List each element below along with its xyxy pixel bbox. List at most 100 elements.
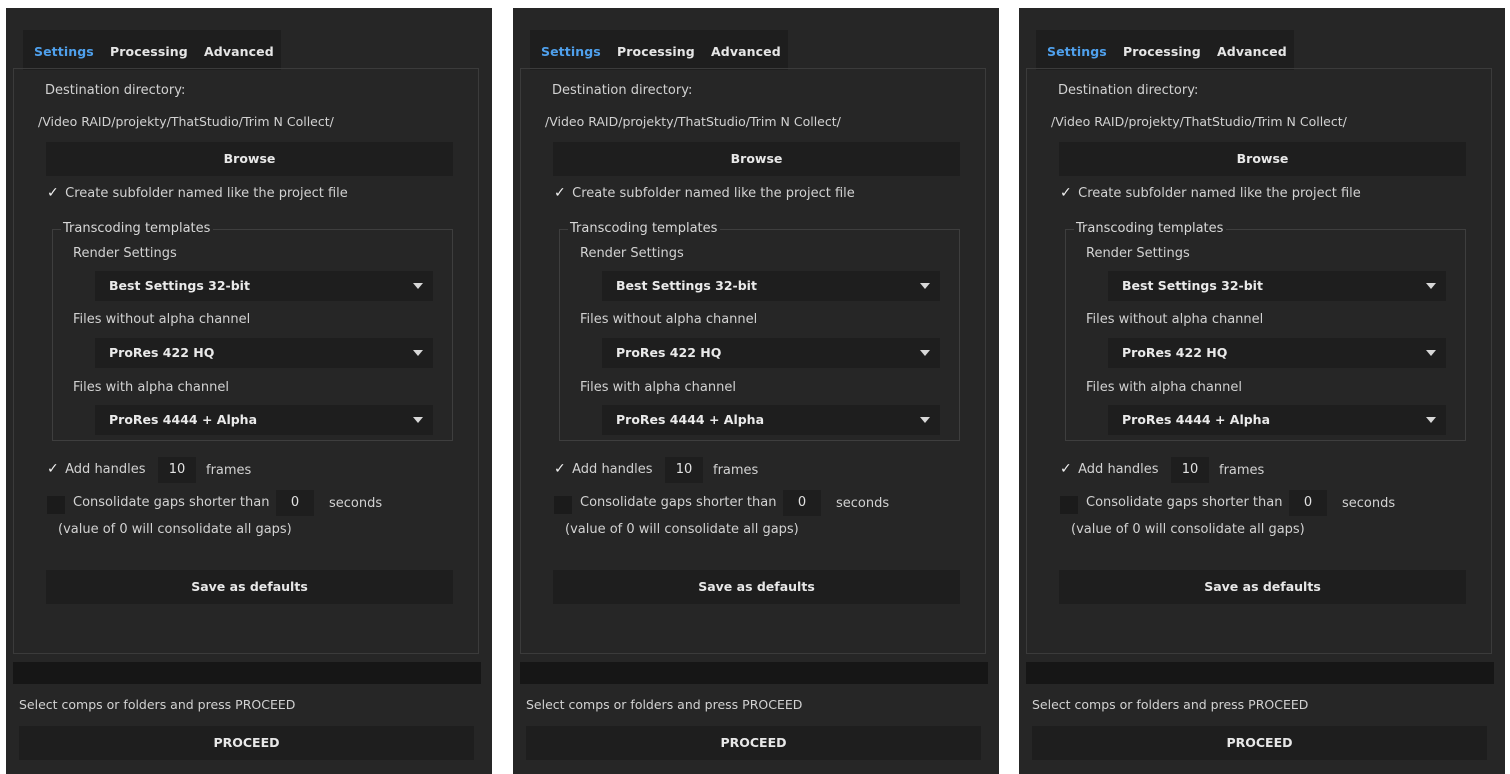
browse-button[interactable]: Browse (553, 142, 960, 176)
destination-label: Destination directory: (552, 83, 693, 98)
handles-unit: frames (1219, 463, 1265, 478)
handles-frames-input[interactable]: 10 (665, 457, 703, 483)
status-text: Select comps or folders and press PROCEE… (526, 697, 803, 712)
progress-bar (520, 662, 988, 684)
proceed-button[interactable]: PROCEED (526, 726, 981, 760)
progress-bar (13, 662, 481, 684)
tab-bar: Settings Processing Advanced (530, 30, 788, 70)
settings-tab-content: Destination directory: /Video RAID/proje… (1026, 68, 1492, 654)
chevron-down-icon (920, 350, 930, 356)
save-defaults-button[interactable]: Save as defaults (46, 570, 453, 604)
consolidate-seconds-input[interactable]: 0 (1289, 490, 1327, 516)
checkmark-icon: ✓ (47, 185, 59, 201)
consolidate-checkbox[interactable] (1060, 496, 1078, 514)
render-settings-dropdown[interactable]: Best Settings 32-bit (1108, 271, 1446, 301)
checkmark-icon: ✓ (554, 185, 566, 201)
handles-frames-input[interactable]: 10 (1171, 457, 1209, 483)
tab-advanced[interactable]: Advanced (711, 44, 781, 59)
subfolder-checkbox[interactable]: ✓ Create subfolder named like the projec… (554, 185, 855, 201)
trim-n-collect-panel-1: Settings Processing Advanced Destination… (6, 8, 492, 774)
settings-tab-content: Destination directory: /Video RAID/proje… (520, 68, 986, 654)
destination-path: /Video RAID/projekty/ThatStudio/Trim N C… (1051, 114, 1347, 129)
chevron-down-icon (413, 350, 423, 356)
chevron-down-icon (1426, 350, 1436, 356)
tab-processing[interactable]: Processing (617, 44, 695, 59)
without-alpha-label: Files without alpha channel (73, 312, 251, 327)
consolidate-label: Consolidate gaps shorter than (580, 495, 777, 510)
render-settings-dropdown[interactable]: Best Settings 32-bit (95, 271, 433, 301)
save-defaults-button[interactable]: Save as defaults (1059, 570, 1466, 604)
group-title: Transcoding templates (568, 221, 721, 236)
checkmark-icon: ✓ (47, 461, 59, 477)
handles-label: Add handles (572, 462, 653, 477)
checkmark-icon: ✓ (1060, 461, 1072, 477)
consolidate-seconds-input[interactable]: 0 (276, 490, 314, 516)
without-alpha-dropdown[interactable]: ProRes 422 HQ (602, 338, 940, 368)
destination-path: /Video RAID/projekty/ThatStudio/Trim N C… (545, 114, 841, 129)
render-settings-value: Best Settings 32-bit (616, 278, 757, 293)
tab-advanced[interactable]: Advanced (1217, 44, 1287, 59)
group-title: Transcoding templates (61, 221, 214, 236)
transcoding-templates-group: Transcoding templates Render Settings Be… (52, 221, 453, 441)
without-alpha-label: Files without alpha channel (1086, 312, 1264, 327)
destination-label: Destination directory: (45, 83, 186, 98)
with-alpha-dropdown[interactable]: ProRes 4444 + Alpha (95, 405, 433, 435)
handles-checkbox[interactable]: ✓ Add handles (554, 461, 653, 477)
tab-processing[interactable]: Processing (1123, 44, 1201, 59)
with-alpha-label: Files with alpha channel (73, 380, 229, 395)
consolidate-checkbox[interactable] (554, 496, 572, 514)
save-defaults-button[interactable]: Save as defaults (553, 570, 960, 604)
proceed-button[interactable]: PROCEED (1032, 726, 1487, 760)
settings-tab-content: Destination directory: /Video RAID/proje… (13, 68, 479, 654)
subfolder-checkbox[interactable]: ✓ Create subfolder named like the projec… (1060, 185, 1361, 201)
chevron-down-icon (920, 417, 930, 423)
with-alpha-label: Files with alpha channel (580, 380, 736, 395)
consolidate-unit: seconds (329, 496, 383, 511)
handles-checkbox[interactable]: ✓ Add handles (1060, 461, 1159, 477)
chevron-down-icon (1426, 417, 1436, 423)
tab-advanced[interactable]: Advanced (204, 44, 274, 59)
status-text: Select comps or folders and press PROCEE… (1032, 697, 1309, 712)
handles-checkbox[interactable]: ✓ Add handles (47, 461, 146, 477)
with-alpha-dropdown[interactable]: ProRes 4444 + Alpha (602, 405, 940, 435)
without-alpha-value: ProRes 422 HQ (109, 345, 215, 360)
without-alpha-label: Files without alpha channel (580, 312, 758, 327)
consolidate-seconds-input[interactable]: 0 (783, 490, 821, 516)
with-alpha-value: ProRes 4444 + Alpha (109, 412, 258, 427)
handles-label: Add handles (65, 462, 146, 477)
handles-unit: frames (206, 463, 252, 478)
tab-settings[interactable]: Settings (541, 44, 601, 59)
with-alpha-value: ProRes 4444 + Alpha (616, 412, 765, 427)
progress-bar (1026, 662, 1494, 684)
consolidate-label: Consolidate gaps shorter than (1086, 495, 1283, 510)
tab-processing[interactable]: Processing (110, 44, 188, 59)
render-settings-dropdown[interactable]: Best Settings 32-bit (602, 271, 940, 301)
browse-button[interactable]: Browse (1059, 142, 1466, 176)
consolidate-note: (value of 0 will consolidate all gaps) (58, 522, 292, 537)
render-settings-label: Render Settings (580, 246, 684, 261)
without-alpha-dropdown[interactable]: ProRes 422 HQ (95, 338, 433, 368)
render-settings-value: Best Settings 32-bit (109, 278, 250, 293)
chevron-down-icon (920, 283, 930, 289)
tab-settings[interactable]: Settings (1047, 44, 1107, 59)
handles-unit: frames (713, 463, 759, 478)
without-alpha-dropdown[interactable]: ProRes 422 HQ (1108, 338, 1446, 368)
destination-path: /Video RAID/projekty/ThatStudio/Trim N C… (38, 114, 334, 129)
chevron-down-icon (413, 283, 423, 289)
subfolder-checkbox-label: Create subfolder named like the project … (65, 186, 348, 201)
consolidate-unit: seconds (1342, 496, 1396, 511)
with-alpha-dropdown[interactable]: ProRes 4444 + Alpha (1108, 405, 1446, 435)
proceed-button[interactable]: PROCEED (19, 726, 474, 760)
handles-frames-input[interactable]: 10 (158, 457, 196, 483)
subfolder-checkbox[interactable]: ✓ Create subfolder named like the projec… (47, 185, 348, 201)
subfolder-checkbox-label: Create subfolder named like the project … (1078, 186, 1361, 201)
trim-n-collect-panel-3: Settings Processing Advanced Destination… (1019, 8, 1505, 774)
consolidate-checkbox[interactable] (47, 496, 65, 514)
consolidate-label: Consolidate gaps shorter than (73, 495, 270, 510)
checkmark-icon: ✓ (554, 461, 566, 477)
browse-button[interactable]: Browse (46, 142, 453, 176)
transcoding-templates-group: Transcoding templates Render Settings Be… (559, 221, 960, 441)
chevron-down-icon (413, 417, 423, 423)
with-alpha-label: Files with alpha channel (1086, 380, 1242, 395)
tab-settings[interactable]: Settings (34, 44, 94, 59)
